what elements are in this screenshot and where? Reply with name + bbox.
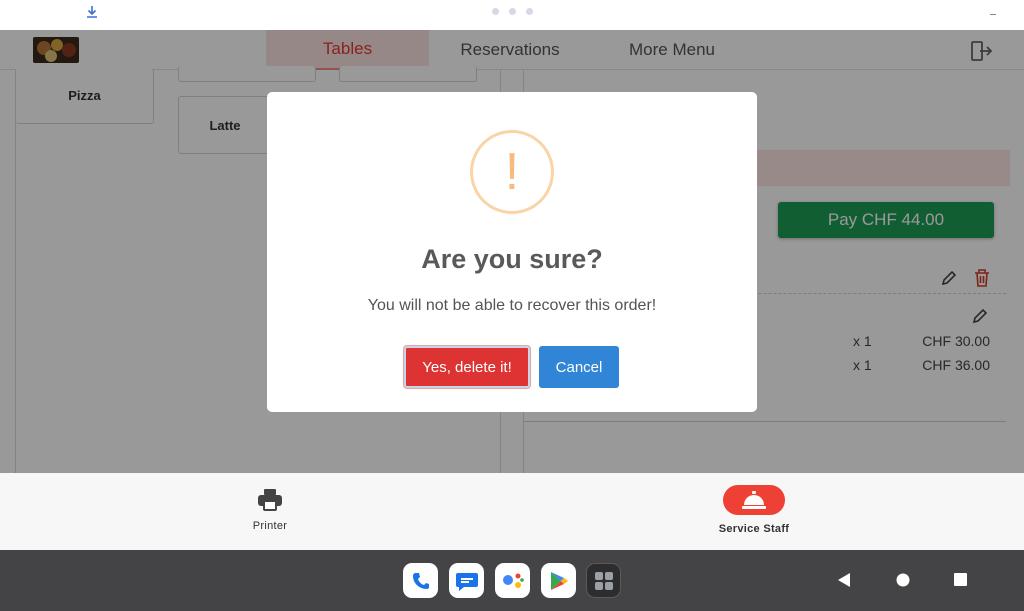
bottom-toolbar: Printer Service Staff [0, 473, 1024, 550]
service-staff-label: Service Staff [718, 523, 790, 535]
printer-button[interactable]: Printer [238, 488, 302, 532]
app-drawer[interactable] [586, 563, 621, 598]
assistant-app[interactable] [495, 563, 530, 598]
dialog-title: Are you sure? [421, 244, 603, 274]
dialog-message: You will not be able to recover this ord… [367, 297, 657, 314]
confirm-dialog: ! Are you sure? You will not be able to … [267, 92, 757, 412]
play-store-icon [550, 571, 568, 590]
assistant-icon [502, 573, 524, 588]
phone-app[interactable] [403, 563, 438, 598]
messages-app[interactable] [449, 563, 484, 598]
messages-icon [455, 572, 478, 591]
recents-icon[interactable] [954, 573, 967, 586]
minimize-icon[interactable] [990, 14, 996, 15]
app-grid-icon [594, 571, 613, 590]
warning-icon: ! [470, 130, 554, 214]
status-bar [0, 0, 1024, 30]
confirm-delete-button[interactable]: Yes, delete it! [404, 346, 530, 388]
warning-glyph: ! [504, 143, 520, 201]
home-icon[interactable] [896, 573, 910, 587]
system-navigation-bar [0, 550, 1024, 611]
printer-icon [258, 489, 282, 511]
service-staff-pill [723, 485, 785, 515]
window-handle-dots[interactable] [492, 8, 533, 15]
printer-label: Printer [252, 520, 288, 532]
play-store-app[interactable] [541, 563, 576, 598]
cancel-button[interactable]: Cancel [539, 346, 619, 388]
phone-icon [412, 572, 429, 589]
service-staff-button[interactable]: Service Staff [708, 485, 800, 535]
service-bell-icon [742, 491, 766, 509]
download-icon [87, 6, 97, 18]
back-icon[interactable] [837, 572, 851, 588]
